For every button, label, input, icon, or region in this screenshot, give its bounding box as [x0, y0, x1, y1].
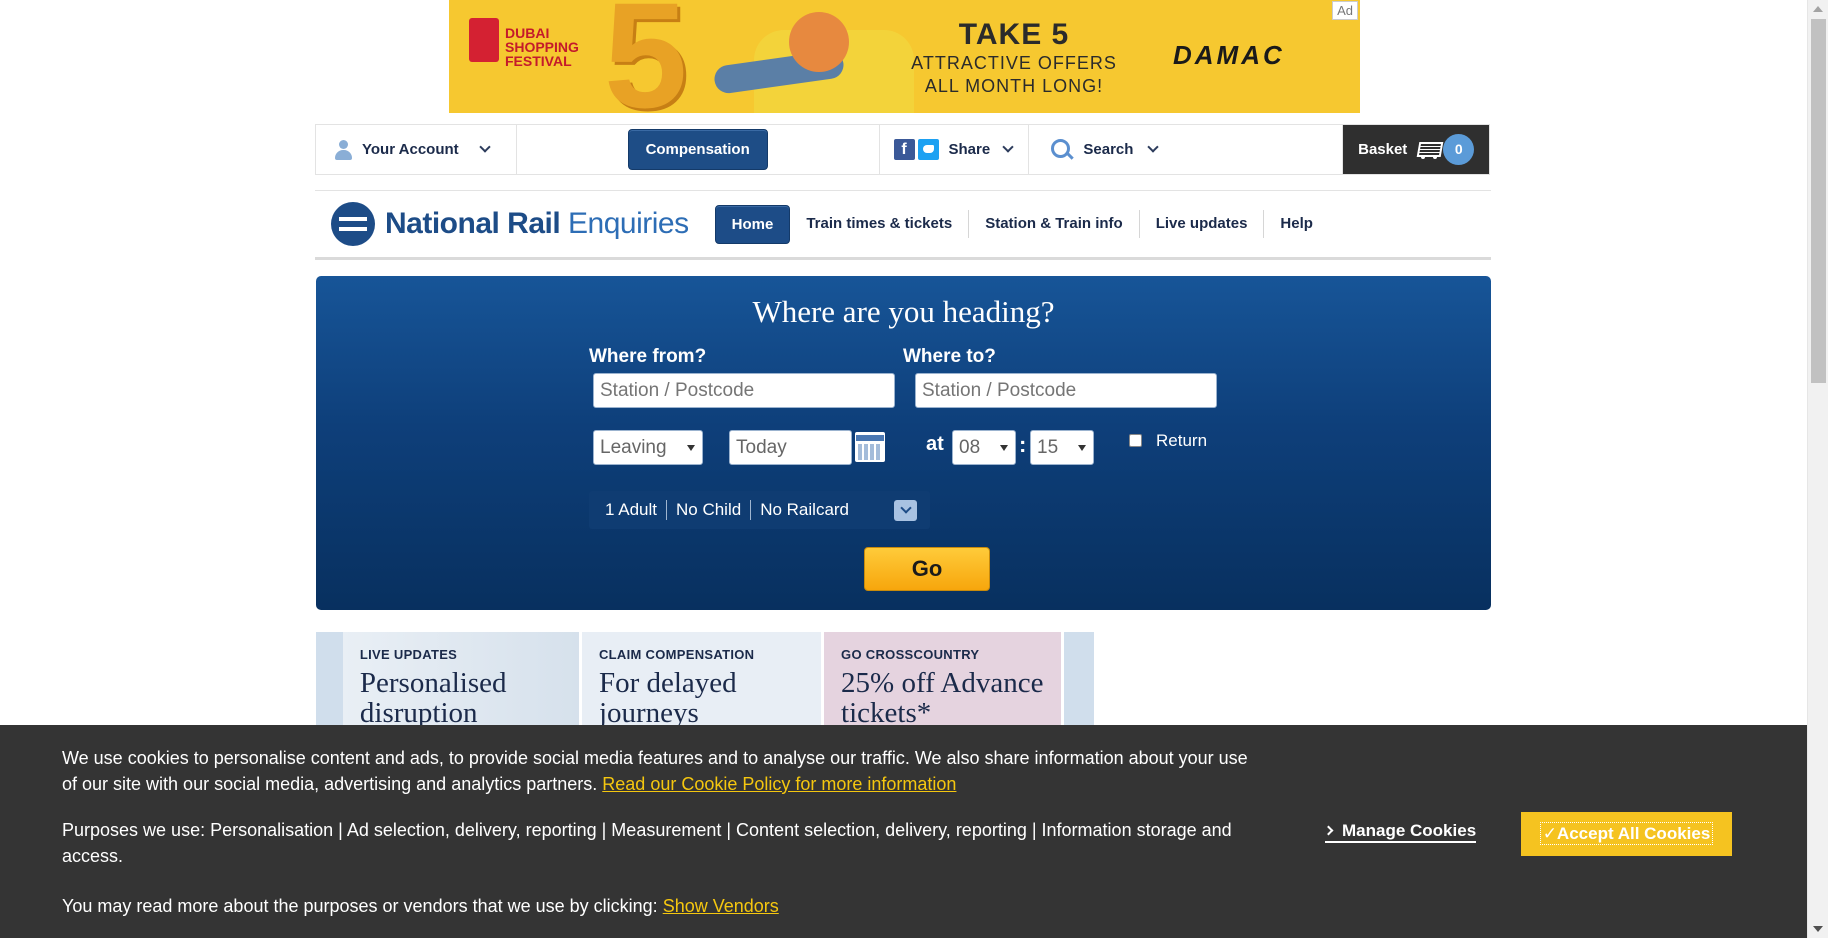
basket-count-badge: 0	[1443, 134, 1475, 165]
railcard-value: No Railcard	[760, 500, 850, 519]
journey-planner: Where are you heading? Where from? Where…	[316, 276, 1491, 610]
adult-count: 1 Adult	[603, 500, 667, 520]
nav-station-train-info[interactable]: Station & Train info	[969, 210, 1140, 238]
promo-kicker: CLAIM COMPENSATION	[598, 647, 755, 662]
scrollbar-thumb[interactable]	[1811, 19, 1826, 383]
at-label: at	[926, 433, 944, 455]
select-arrow-icon	[1000, 445, 1008, 451]
from-station-input[interactable]	[593, 373, 895, 408]
compensation-cell: Compensation	[517, 125, 880, 174]
shopping-bag-icon	[469, 18, 499, 62]
ad-tag[interactable]: Ad	[1332, 1, 1358, 20]
share-label: Share	[948, 141, 991, 158]
show-vendors-link[interactable]: Show Vendors	[663, 896, 779, 916]
manage-cookies-button[interactable]: Manage Cookies	[1323, 821, 1477, 843]
dubai-shopping-festival-logo: DUBAI SHOPPING FESTIVAL	[469, 18, 599, 88]
chevron-down-icon[interactable]	[894, 500, 917, 521]
user-icon	[334, 139, 352, 160]
planner-title: Where are you heading?	[752, 294, 1055, 329]
passenger-summary[interactable]: 1 Adult No Child No Railcard	[589, 491, 930, 529]
search-menu[interactable]: Search	[1029, 125, 1344, 174]
twitter-icon[interactable]	[917, 139, 939, 160]
basket-button[interactable]: Basket 0	[1343, 125, 1489, 174]
vertical-scrollbar[interactable]	[1807, 0, 1828, 938]
return-label[interactable]: Return	[1156, 431, 1207, 451]
ad-subline-2: ALL MONTH LONG!	[924, 76, 1104, 96]
chevron-right-icon	[1323, 825, 1334, 836]
account-label: Your Account	[362, 141, 459, 158]
search-label: Search	[1083, 141, 1134, 158]
search-icon	[1051, 138, 1073, 161]
date-input[interactable]: Today	[729, 430, 852, 465]
cart-icon	[1415, 140, 1441, 160]
cookie-purposes-text: Purposes we use: Personalisation | Ad se…	[62, 820, 1232, 866]
basket-label: Basket	[1358, 141, 1408, 158]
promo-go-crosscountry[interactable]: GO CROSSCOUNTRY 25% off Advance tickets*	[824, 632, 1062, 726]
time-separator: :	[1019, 432, 1027, 457]
woman-on-chair-image	[694, 0, 924, 113]
ad-headline: TAKE 5	[958, 18, 1070, 51]
date-value: Today	[736, 437, 787, 458]
damac-logo: DAMAC	[1173, 40, 1285, 70]
to-station-input[interactable]	[915, 373, 1217, 408]
your-account-menu[interactable]: Your Account	[316, 125, 517, 174]
nav-help[interactable]: Help	[1264, 210, 1329, 238]
cookie-policy-link[interactable]: Read our Cookie Policy for more informat…	[602, 774, 956, 794]
go-button[interactable]: Go	[864, 547, 990, 591]
chevron-down-icon	[1147, 141, 1160, 153]
cookie-text-3: You may read more about the purposes or …	[62, 896, 658, 916]
compensation-button[interactable]: Compensation	[627, 129, 768, 170]
cookie-vendors-text: You may read more about the purposes or …	[62, 893, 1252, 919]
scroll-down-icon[interactable]	[1813, 926, 1823, 932]
promo-claim-compensation[interactable]: CLAIM COMPENSATION For delayed journeys	[581, 632, 822, 726]
share-menu[interactable]: f Share	[880, 125, 1030, 174]
return-checkbox[interactable]	[1129, 434, 1142, 447]
from-label: Where from?	[589, 346, 707, 367]
nav-live-updates[interactable]: Live updates	[1140, 210, 1265, 238]
scroll-up-icon[interactable]	[1813, 6, 1823, 12]
promo-headline: For delayed journeys	[598, 667, 737, 726]
accept-all-cookies-button[interactable]: ✓Accept All Cookies	[1521, 812, 1732, 856]
minute-select[interactable]: 15	[1030, 430, 1094, 465]
promo-edge	[1064, 632, 1094, 726]
manage-cookies-label: Manage Cookies	[1342, 821, 1477, 840]
promo-edge	[316, 632, 343, 726]
select-arrow-icon	[1078, 445, 1086, 451]
nav-train-times-tickets[interactable]: Train times & tickets	[790, 210, 970, 238]
double-arrow-logo-icon	[331, 202, 375, 246]
hour-value: 08	[959, 437, 981, 458]
select-arrow-icon	[687, 445, 695, 451]
leaving-value: Leaving	[600, 437, 667, 458]
nav-home[interactable]: Home	[714, 204, 791, 244]
promo-kicker: LIVE UPDATES	[359, 647, 458, 662]
utility-bar: Your Account Compensation f Share Search…	[315, 124, 1490, 175]
to-label: Where to?	[903, 346, 996, 367]
main-navigation: National Rail Enquiries Home Train times…	[315, 190, 1491, 260]
promo-tiles: LIVE UPDATES Personalised disruption CLA…	[316, 632, 1094, 726]
promo-live-updates[interactable]: LIVE UPDATES Personalised disruption	[342, 632, 579, 726]
hour-select[interactable]: 08	[952, 430, 1016, 465]
promo-headline: 25% off Advance tickets*	[841, 667, 1044, 726]
logo-text: National Rail Enquiries	[385, 207, 689, 240]
accept-all-cookies-label: ✓Accept All Cookies	[1539, 822, 1714, 845]
national-rail-logo[interactable]: National Rail Enquiries	[331, 202, 689, 246]
chevron-down-icon	[479, 141, 491, 153]
facebook-icon[interactable]: f	[893, 139, 915, 160]
cookie-consent-banner: We use cookies to personalise content an…	[0, 725, 1807, 938]
ad-banner[interactable]: Ad DUBAI SHOPPING FESTIVAL 5 TAKE 5 ATTR…	[449, 0, 1360, 113]
calendar-icon[interactable]	[855, 432, 885, 462]
leaving-select[interactable]: Leaving	[593, 430, 703, 465]
promo-kicker: GO CROSSCOUNTRY	[841, 647, 980, 662]
ad-copy: TAKE 5 ATTRACTIVE OFFERS ALL MONTH LONG!	[899, 18, 1129, 98]
nav-links: Home Train times & tickets Station & Tra…	[714, 191, 1329, 257]
chevron-down-icon	[1002, 141, 1014, 153]
festival-name: DUBAI SHOPPING FESTIVAL	[505, 25, 579, 69]
ad-subline-1: ATTRACTIVE OFFERS	[911, 53, 1117, 73]
minute-value: 15	[1037, 437, 1059, 458]
cookie-intro-text: We use cookies to personalise content an…	[62, 745, 1252, 797]
child-count: No Child	[667, 500, 752, 520]
promo-headline: Personalised disruption	[359, 667, 507, 726]
